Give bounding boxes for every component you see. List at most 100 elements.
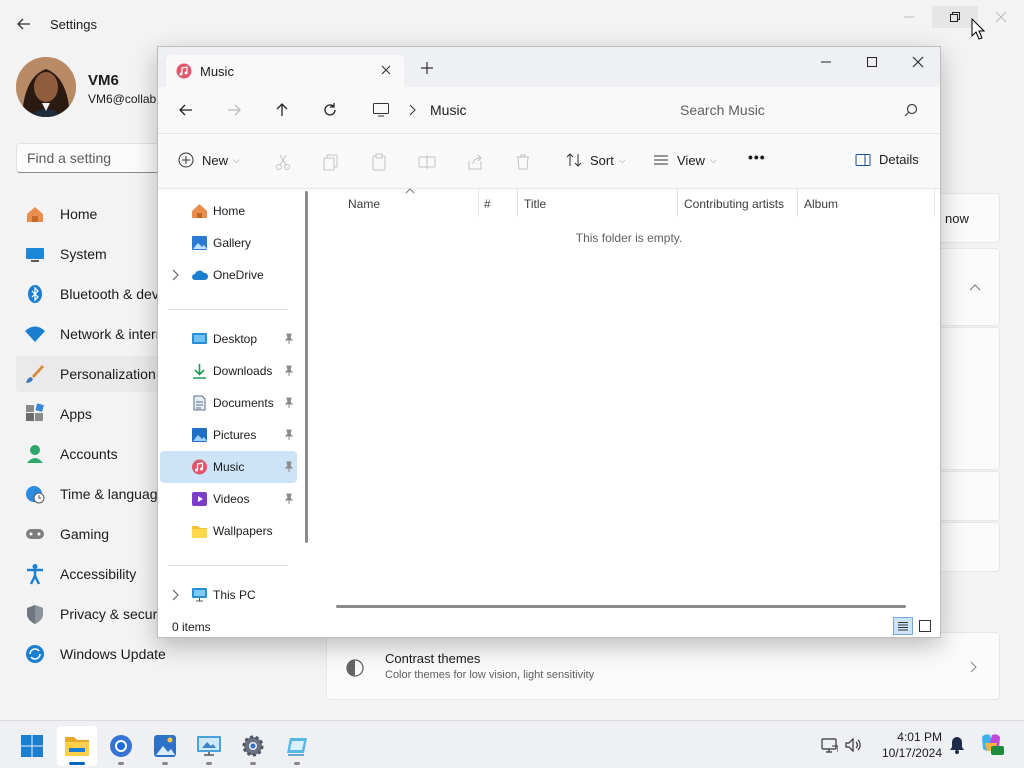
refresh-icon[interactable]: [320, 100, 340, 120]
music-icon: [176, 63, 192, 79]
large-icons-view-icon[interactable]: [918, 619, 932, 633]
item-count: 0 items: [172, 620, 211, 634]
column-divider[interactable]: [797, 189, 798, 217]
taskbar-virtual-machine[interactable]: [277, 726, 317, 766]
forward-arrow-icon[interactable]: [224, 100, 244, 120]
back-arrow-icon[interactable]: [176, 100, 196, 120]
gear-icon: [242, 735, 264, 757]
browser-icon: [110, 735, 132, 757]
column-divider[interactable]: [517, 189, 518, 217]
nav-item-pictures[interactable]: Pictures: [160, 419, 297, 451]
network-status-icon[interactable]: [820, 736, 838, 754]
cut-icon[interactable]: [274, 153, 292, 171]
avatar[interactable]: [16, 57, 76, 117]
taskbar-settings[interactable]: [233, 726, 273, 766]
nav-time-language[interactable]: Time & language: [16, 476, 176, 512]
sort-button[interactable]: Sort ⌵: [566, 152, 626, 168]
details-view-icon[interactable]: [893, 617, 913, 635]
nav-network[interactable]: Network & internet: [16, 316, 176, 352]
nav-item-downloads[interactable]: Downloads: [160, 355, 297, 387]
delete-icon[interactable]: [514, 153, 532, 171]
system-icon: [24, 243, 46, 265]
nav-bluetooth[interactable]: Bluetooth & devices: [16, 276, 176, 312]
nav-item-gallery[interactable]: Gallery: [160, 227, 297, 259]
pin-icon[interactable]: [284, 397, 294, 409]
nav-personalization[interactable]: Personalization: [16, 356, 176, 392]
paste-icon[interactable]: [370, 153, 388, 171]
rename-icon[interactable]: [418, 153, 436, 171]
minimize-button[interactable]: [803, 47, 849, 77]
notification-bell-icon[interactable]: [948, 735, 966, 755]
copilot-icon[interactable]: [978, 731, 1004, 757]
find-setting-input[interactable]: Find a setting: [16, 143, 166, 173]
sort-ascending-icon: [405, 188, 415, 194]
tab-music[interactable]: Music: [166, 55, 404, 87]
maximize-button[interactable]: [849, 47, 895, 77]
search-icon: [904, 103, 918, 117]
nav-item-this-pc[interactable]: This PC: [160, 579, 297, 611]
new-button[interactable]: New ⌵: [178, 152, 240, 168]
pin-icon[interactable]: [284, 461, 294, 473]
column-divider[interactable]: [677, 189, 678, 217]
close-button[interactable]: [895, 47, 941, 77]
pictures-icon: [191, 427, 208, 443]
nav-item-onedrive[interactable]: OneDrive: [160, 259, 297, 291]
column-header-album[interactable]: Album: [804, 197, 838, 211]
pin-icon[interactable]: [284, 333, 294, 345]
new-tab-icon[interactable]: [420, 61, 434, 75]
address-bar-row: Music Search Music: [158, 87, 940, 133]
command-bar: New ⌵ Sort ⌵ View ⌵ ••• Details: [158, 133, 940, 189]
nav-home[interactable]: Home: [16, 196, 176, 232]
pin-icon[interactable]: [284, 365, 294, 377]
nav-apps[interactable]: Apps: [16, 396, 176, 432]
contrast-themes-card[interactable]: [326, 632, 1000, 700]
minimize-button[interactable]: [886, 6, 932, 28]
details-button[interactable]: Details: [855, 152, 919, 167]
nav-item-documents[interactable]: Documents: [160, 387, 297, 419]
file-explorer-window: Music Music Search Music New ⌵ Sort ⌵ Vi…: [157, 46, 941, 638]
column-header-name[interactable]: Name: [348, 197, 380, 211]
horizontal-scrollbar[interactable]: [336, 605, 906, 608]
volume-icon[interactable]: [844, 736, 862, 754]
nav-privacy[interactable]: Privacy & security: [16, 596, 176, 632]
taskbar-clock[interactable]: 4:01 PM 10/17/2024: [872, 729, 942, 761]
close-tab-icon[interactable]: [380, 64, 392, 76]
column-header-number[interactable]: #: [484, 197, 491, 211]
taskbar-photos[interactable]: [145, 726, 185, 766]
pin-icon[interactable]: [284, 429, 294, 441]
nav-accessibility[interactable]: Accessibility: [16, 556, 176, 592]
nav-windows-update[interactable]: Windows Update: [16, 636, 176, 672]
nav-scrollbar[interactable]: [305, 191, 308, 543]
column-divider[interactable]: [934, 189, 935, 217]
view-button[interactable]: View ⌵: [653, 152, 717, 168]
explorer-titlebar[interactable]: Music: [158, 47, 940, 87]
nav-system[interactable]: System: [16, 236, 176, 272]
nav-gaming[interactable]: Gaming: [16, 516, 176, 552]
nav-item-wallpapers[interactable]: Wallpapers: [160, 515, 297, 547]
taskbar-chrome[interactable]: [101, 726, 141, 766]
taskbar-file-explorer[interactable]: [57, 726, 97, 766]
column-divider[interactable]: [478, 189, 479, 217]
back-arrow-icon[interactable]: [14, 14, 34, 34]
nav-item-videos[interactable]: Videos: [160, 483, 297, 515]
chevron-right-icon[interactable]: [171, 589, 179, 601]
address-box[interactable]: Music: [368, 94, 658, 126]
copy-icon[interactable]: [322, 153, 340, 171]
nav-accounts[interactable]: Accounts: [16, 436, 176, 472]
search-input[interactable]: Search Music: [668, 94, 930, 126]
clock-date: 10/17/2024: [881, 746, 942, 760]
taskbar-remote-desktop[interactable]: [189, 726, 229, 766]
column-header-artists[interactable]: Contributing artists: [684, 197, 784, 211]
empty-folder-message: This folder is empty.: [575, 231, 683, 245]
nav-item-home[interactable]: Home: [160, 195, 297, 227]
more-options-button[interactable]: •••: [748, 149, 766, 165]
share-icon[interactable]: [466, 153, 484, 171]
chevron-right-icon[interactable]: [171, 269, 179, 281]
start-button[interactable]: [12, 726, 52, 766]
up-arrow-icon[interactable]: [272, 100, 292, 120]
nav-item-desktop[interactable]: Desktop: [160, 323, 297, 355]
nav-item-music[interactable]: Music: [160, 451, 297, 483]
pin-icon[interactable]: [284, 493, 294, 505]
column-header-title[interactable]: Title: [524, 197, 546, 211]
contrast-themes-title: Contrast themes: [385, 651, 481, 666]
